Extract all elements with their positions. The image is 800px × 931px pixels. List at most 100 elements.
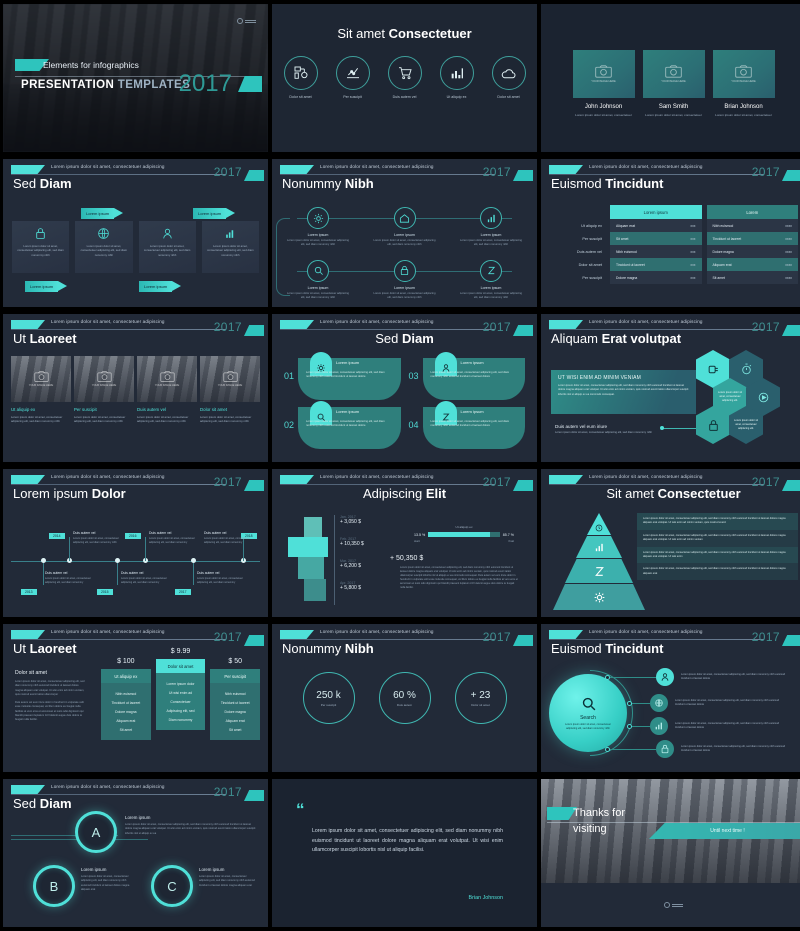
list-item[interactable]: YOUR IMAGE HERE Ut aliquip ex Lorem ipsu…	[11, 356, 71, 424]
flow-node[interactable]: Lorem ipsum Lorem ipsum dolor sit amet, …	[459, 207, 523, 248]
list-item[interactable]: YOUR IMAGE HERE Brian Johnson Lorem ipsu…	[712, 50, 775, 118]
list-item[interactable]: 02 Lorem ipsum Lorem ipsum dolor sit ame…	[284, 401, 401, 449]
ribbon-label[interactable]: Lorem ipsum	[81, 208, 124, 219]
list-item[interactable]: YOUR IMAGE HERE Duis autem vel Lorem ips…	[137, 356, 197, 424]
info-card[interactable]: Lorem ipsum dolor sit amet, consectetuer…	[201, 221, 259, 273]
hub-branch[interactable]: Lorem ipsum dolor sit amet, consectetuer…	[605, 668, 789, 686]
table-row[interactable]: Aliquam erat xxx	[610, 219, 702, 232]
slide-abc[interactable]: Lorem ipsum dolor sit amet, consectetuer…	[3, 779, 268, 927]
photo-placeholder[interactable]: YOUR IMAGE HERE	[200, 356, 260, 402]
list-item[interactable]: 04 Lorem ipsum Lorem ipsum dolor sit ame…	[409, 401, 525, 449]
table-row[interactable]: Tincidunt ut laoreet xxxx	[706, 232, 798, 245]
node-desc: Lorem ipsum dolor sit amet, consectetuer…	[460, 291, 522, 299]
hub-branch[interactable]: Lorem ipsum dolor sit amet, consectetuer…	[627, 694, 783, 712]
year-chip[interactable]: 2017	[175, 589, 191, 595]
table-row[interactable]: Sit amet xxx	[610, 232, 702, 245]
flow-node[interactable]: Lorem ipsum Lorem ipsum dolor sit amet, …	[286, 259, 350, 301]
list-item[interactable]: YOUR IMAGE HERE Dolor sit amet Lorem ips…	[200, 356, 260, 424]
ribbon-label[interactable]: Lorem ipsum	[139, 281, 182, 292]
hub-branch[interactable]: Lorem ipsum dolor sit amet, consectetuer…	[627, 717, 783, 735]
slide-ut-laoreet-photos[interactable]: Lorem ipsum dolor sit amet, consectetuer…	[3, 314, 268, 462]
table-row[interactable]: Dolore magna xxxx	[706, 245, 798, 258]
table-row[interactable]: Dolore magna xxx	[610, 271, 702, 284]
slide-quote[interactable]: “ Lorem ipsum dolor sit amet, consectetu…	[272, 779, 537, 927]
list-item[interactable]: YOUR IMAGE HERE Per suscipit Lorem ipsum…	[74, 356, 134, 424]
info-card[interactable]: Lorem ipsum dolor sit amet, consectetuer…	[12, 221, 70, 273]
photo-placeholder[interactable]: YOUR IMAGE HERE	[74, 356, 134, 402]
divider	[280, 173, 495, 175]
flow-node[interactable]: Lorem ipsum Lorem ipsum dolor sit amet, …	[286, 207, 350, 248]
year-chip[interactable]: 2015	[97, 589, 113, 595]
timeline-event[interactable]: Duis autem vel Lorem ipsum dolor sit amet…	[149, 531, 205, 545]
ribbon-label[interactable]: Lorem ipsum	[193, 208, 236, 219]
slide-pricing[interactable]: Lorem ipsum dolor sit amet, consectetuer…	[3, 624, 268, 772]
pyramid-level-1[interactable]	[587, 513, 611, 535]
slide-thanks[interactable]: Thanks for visiting Until next time !	[541, 779, 800, 927]
stat-circle[interactable]: 250 k Per suscipit	[302, 672, 355, 724]
timeline-event[interactable]: Duis autem vel Lorem ipsum dolor sit amet…	[121, 571, 177, 585]
flow-node[interactable]: Lorem ipsum Lorem ipsum dolor sit amet, …	[373, 259, 437, 301]
title-light: Ut	[13, 331, 30, 346]
table-row[interactable]: Nibh euismod xxx	[610, 245, 702, 258]
slide-timeline[interactable]: Lorem ipsum dolor sit amet, consectetuer…	[3, 469, 268, 617]
timeline-event[interactable]: Duis autem vel Lorem ipsum dolor sit amet…	[204, 531, 260, 545]
title-light: Sed	[13, 176, 40, 191]
photo-placeholder[interactable]: YOUR IMAGE HERE	[572, 50, 635, 98]
list-item[interactable]: Dolor sit amet	[488, 56, 530, 99]
flow-node[interactable]: Lorem ipsum Lorem ipsum dolor sit amet, …	[459, 259, 523, 301]
slide-cover[interactable]: Elements for infographics PRESENTATION T…	[3, 4, 268, 152]
slide-search-hub[interactable]: Lorem ipsum dolor sit amet, consectetuer…	[541, 624, 800, 772]
progress-end-label: final	[508, 539, 514, 543]
list-item[interactable]: Duis autem vel	[384, 56, 426, 99]
slide-pyramid[interactable]: Lorem ipsum dolor sit amet, consectetuer…	[541, 469, 800, 617]
slide-icon-circles[interactable]: Sit amet Consectetuer Dolor sit amet Per…	[272, 4, 537, 152]
table-row[interactable]: Aliquam erat xxxx	[706, 258, 798, 271]
letter-circle-b[interactable]: B	[33, 865, 75, 907]
list-item[interactable]: YOUR IMAGE HERE Sam Smith Lorem ipsum do…	[642, 50, 705, 118]
slide-financial[interactable]: Lorem ipsum dolor sit amet, consectetuer…	[272, 469, 537, 617]
year-chip[interactable]: 2014	[49, 533, 65, 539]
list-item[interactable]: 01 Lorem ipsum Lorem ipsum dolor sit ame…	[284, 352, 401, 400]
slide-sed-diam-cards[interactable]: Lorem ipsum dolor sit amet, consectetuer…	[3, 159, 268, 307]
list-item[interactable]: Ut aliquip ex	[436, 56, 478, 99]
info-card[interactable]: Lorem ipsum dolor sit amet, consectetuer…	[138, 221, 196, 273]
slide-hexagons[interactable]: Lorem ipsum dolor sit amet, consectetuer…	[541, 314, 800, 462]
timeline-event[interactable]: Duis autem vel Lorem ipsum dolor sit amet…	[197, 571, 253, 585]
pyramid-level-4[interactable]	[553, 584, 645, 610]
slide-stats[interactable]: Lorem ipsum dolor sit amet, consectetuer…	[272, 624, 537, 772]
info-card[interactable]: Lorem ipsum dolor sit amet, consectetuer…	[75, 221, 133, 273]
list-item[interactable]: 03 Lorem ipsum Lorem ipsum dolor sit ame…	[409, 352, 525, 400]
pyramid-level-2[interactable]	[576, 536, 622, 558]
connector-line	[663, 428, 701, 429]
pricing-plan[interactable]: $ 50 Per suscipit Nibh euismod Tincidunt…	[210, 658, 261, 740]
list-item[interactable]: YOUR IMAGE HERE John Johnson Lorem ipsum…	[572, 50, 635, 118]
table-row[interactable]: Sit amet xxxx	[706, 271, 798, 284]
stat-circle[interactable]: 60 % Duis autem	[378, 672, 431, 724]
letter-circle-c[interactable]: C	[151, 865, 193, 907]
timeline-event[interactable]: Duis autem vel Lorem ipsum dolor sit amet…	[45, 571, 101, 585]
title-bold: Diam	[401, 331, 434, 346]
ribbon-label[interactable]: Lorem ipsum	[25, 281, 68, 292]
slide-team[interactable]: YOUR IMAGE HERE John Johnson Lorem ipsum…	[541, 4, 800, 152]
slide-nonummy-flow[interactable]: Lorem ipsum dolor sit amet, consectetuer…	[272, 159, 537, 307]
table-row[interactable]: Tincidunt ut laoreet xxx	[610, 258, 702, 271]
hub-branch[interactable]: Lorem ipsum dolor sit amet, consectetuer…	[605, 740, 789, 758]
pricing-plan-featured[interactable]: $ 9.99 Dolor sit amet Lorem ipsum dolor …	[155, 648, 206, 730]
slide-comparison-table[interactable]: Lorem ipsum dolor sit amet, consectetuer…	[541, 159, 800, 307]
photo-placeholder[interactable]: YOUR IMAGE HERE	[712, 50, 775, 98]
flow-node[interactable]: Lorem ipsum Lorem ipsum dolor sit amet, …	[373, 207, 437, 248]
photo-placeholder[interactable]: YOUR IMAGE HERE	[137, 356, 197, 402]
pricing-plan[interactable]: $ 100 Ut aliquip ex Nibh euismod Tincidu…	[101, 658, 151, 740]
list-item[interactable]: Per suscipit	[332, 56, 374, 99]
list-item[interactable]: Dolor sit amet	[280, 56, 322, 99]
letter-circle-a[interactable]: A	[75, 811, 117, 853]
title-light: Sit amet	[606, 486, 658, 501]
pyramid-level-3[interactable]	[565, 559, 633, 583]
slide-sed-diam-numbered[interactable]: Lorem ipsum dolor sit amet, consectetuer…	[272, 314, 537, 462]
photo-placeholder[interactable]: YOUR IMAGE HERE	[11, 356, 71, 402]
year-chip[interactable]: 2013	[21, 589, 37, 595]
photo-placeholder[interactable]: YOUR IMAGE HERE	[642, 50, 705, 98]
timeline-event[interactable]: Duis autem vel Lorem ipsum dolor sit amet…	[73, 531, 129, 545]
stat-circle[interactable]: + 23 Dolor sit amet	[454, 672, 507, 724]
table-row[interactable]: Nibh euismod xxxx	[706, 219, 798, 232]
